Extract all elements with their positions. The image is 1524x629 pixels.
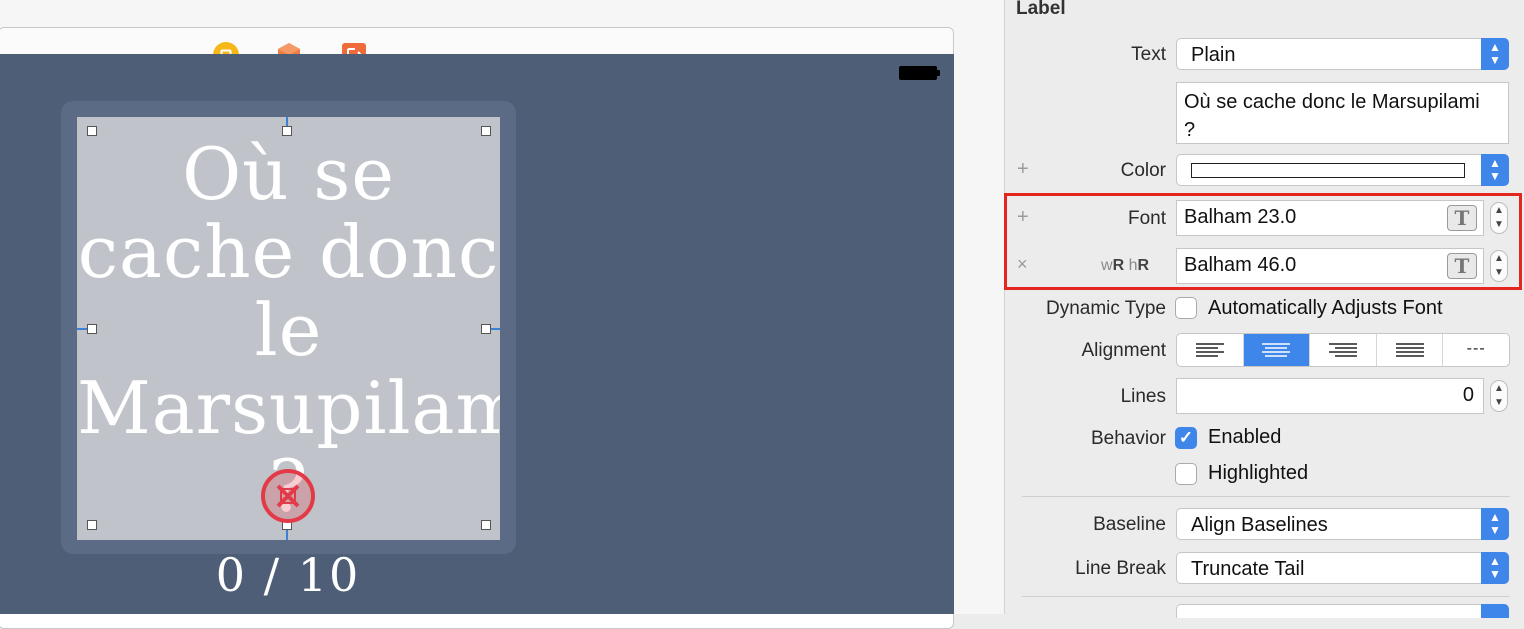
align-left-button[interactable] — [1177, 334, 1244, 366]
label-text-field[interactable]: Où se cache donc le Marsupilami ? — [1176, 82, 1509, 144]
color-label: Color — [1120, 160, 1166, 181]
align-natural-button[interactable]: --- — [1443, 334, 1509, 366]
popup-arrows-icon — [1481, 604, 1509, 618]
color-swatch — [1191, 163, 1465, 178]
highlighted-label: Highlighted — [1208, 462, 1309, 484]
section-title: Label — [1016, 0, 1066, 19]
align-natural-glyph: --- — [1466, 340, 1486, 357]
popup-arrows-icon: ▲ ▼ — [1481, 552, 1509, 584]
resize-handle-bottom-right[interactable] — [481, 520, 491, 530]
line-break-popup[interactable]: Truncate Tail ▲ ▼ — [1176, 552, 1509, 584]
auto-adjusts-font-checkbox[interactable] — [1175, 297, 1197, 319]
line-break-value: Truncate Tail — [1191, 558, 1305, 580]
resize-handle-right[interactable] — [481, 324, 491, 334]
resize-handle-bottom-left[interactable] — [87, 520, 97, 530]
battery-icon — [899, 66, 940, 80]
color-popup[interactable]: ▲ ▼ — [1176, 154, 1509, 186]
behavior-label: Behavior — [1091, 428, 1166, 449]
label-text-value: Où se cache donc le Marsupilami ? — [1184, 91, 1480, 141]
baseline-label: Baseline — [1093, 514, 1166, 535]
text-type-value: Plain — [1191, 44, 1236, 66]
enabled-checkbox[interactable]: ✓ — [1175, 427, 1197, 449]
counter-label: 0 / 10 — [215, 548, 361, 602]
highlighted-checkbox[interactable] — [1175, 463, 1197, 485]
lines-label: Lines — [1120, 386, 1166, 407]
align-justified-icon — [1395, 343, 1424, 357]
lines-field[interactable]: 0 — [1176, 378, 1484, 414]
storyboard-canvas: 1 Où se cache donc le Marsupilami ? 0 / … — [0, 0, 1004, 629]
resize-handle-top-left[interactable] — [87, 126, 97, 136]
lines-value: 0 — [1462, 384, 1474, 406]
resize-handle-top[interactable] — [282, 126, 292, 136]
dynamic-type-label: Dynamic Type — [1045, 298, 1166, 319]
baseline-popup[interactable]: Align Baselines ▲ ▼ — [1176, 508, 1509, 540]
align-left-icon — [1195, 343, 1224, 357]
section-divider — [1022, 596, 1510, 597]
text-label: Text — [1131, 44, 1166, 65]
auto-adjusts-font-label: Automatically Adjusts Font — [1208, 297, 1443, 319]
alignment-label: Alignment — [1081, 340, 1167, 361]
line-break-label: Line Break — [1075, 558, 1166, 579]
font-rows-highlight — [1004, 193, 1522, 290]
align-center-icon — [1262, 343, 1291, 357]
constraint-error-icon[interactable] — [259, 467, 317, 525]
next-popup-partial[interactable] — [1176, 604, 1509, 618]
section-divider — [1022, 496, 1510, 497]
align-right-button[interactable] — [1310, 334, 1377, 366]
baseline-value: Align Baselines — [1191, 514, 1328, 536]
text-type-popup[interactable]: Plain ▲ ▼ — [1176, 38, 1509, 70]
popup-arrows-icon: ▲ ▼ — [1481, 38, 1509, 70]
enabled-label: Enabled — [1208, 426, 1282, 448]
alignment-control[interactable]: --- — [1176, 333, 1510, 367]
align-center-button[interactable] — [1243, 334, 1311, 366]
align-justified-button[interactable] — [1377, 334, 1444, 366]
lines-stepper[interactable]: ▲ ▼ — [1490, 380, 1508, 412]
popup-arrows-icon: ▲ ▼ — [1481, 154, 1509, 186]
resize-handle-left[interactable] — [87, 324, 97, 334]
align-right-icon — [1328, 343, 1357, 357]
resize-handle-top-right[interactable] — [481, 126, 491, 136]
popup-arrows-icon: ▲ ▼ — [1481, 508, 1509, 540]
